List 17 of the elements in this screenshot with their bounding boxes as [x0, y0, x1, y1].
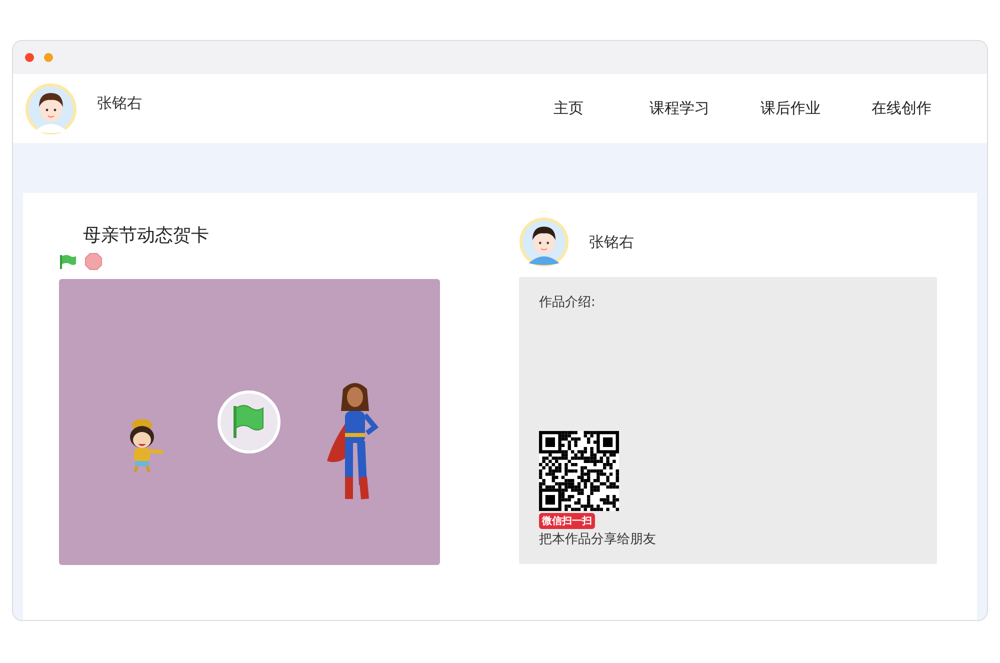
flag-play-button[interactable]: [217, 390, 281, 454]
flag-icon[interactable]: [59, 254, 77, 270]
intro-label: 作品介绍:: [539, 294, 596, 311]
nav-link[interactable]: 课后作业: [735, 99, 846, 118]
close-dot-icon[interactable]: [25, 53, 34, 62]
stop-icon[interactable]: [85, 253, 102, 270]
avatar-icon: [519, 217, 569, 267]
author-name: 张铭右: [589, 232, 634, 252]
avatar-icon: [25, 82, 77, 134]
wechat-scan-badge: 微信扫一扫: [539, 513, 595, 529]
minimize-dot-icon[interactable]: [44, 53, 53, 62]
nav-link[interactable]: 课程学习: [624, 99, 735, 118]
project-title: 母亲节动态贺卡: [83, 224, 210, 247]
share-text: 把本作品分享给朋友: [539, 531, 657, 548]
user-name: 张铭右: [97, 94, 142, 113]
nav-link[interactable]: 在线创作: [846, 99, 957, 118]
nav-link[interactable]: 主页: [513, 99, 624, 118]
